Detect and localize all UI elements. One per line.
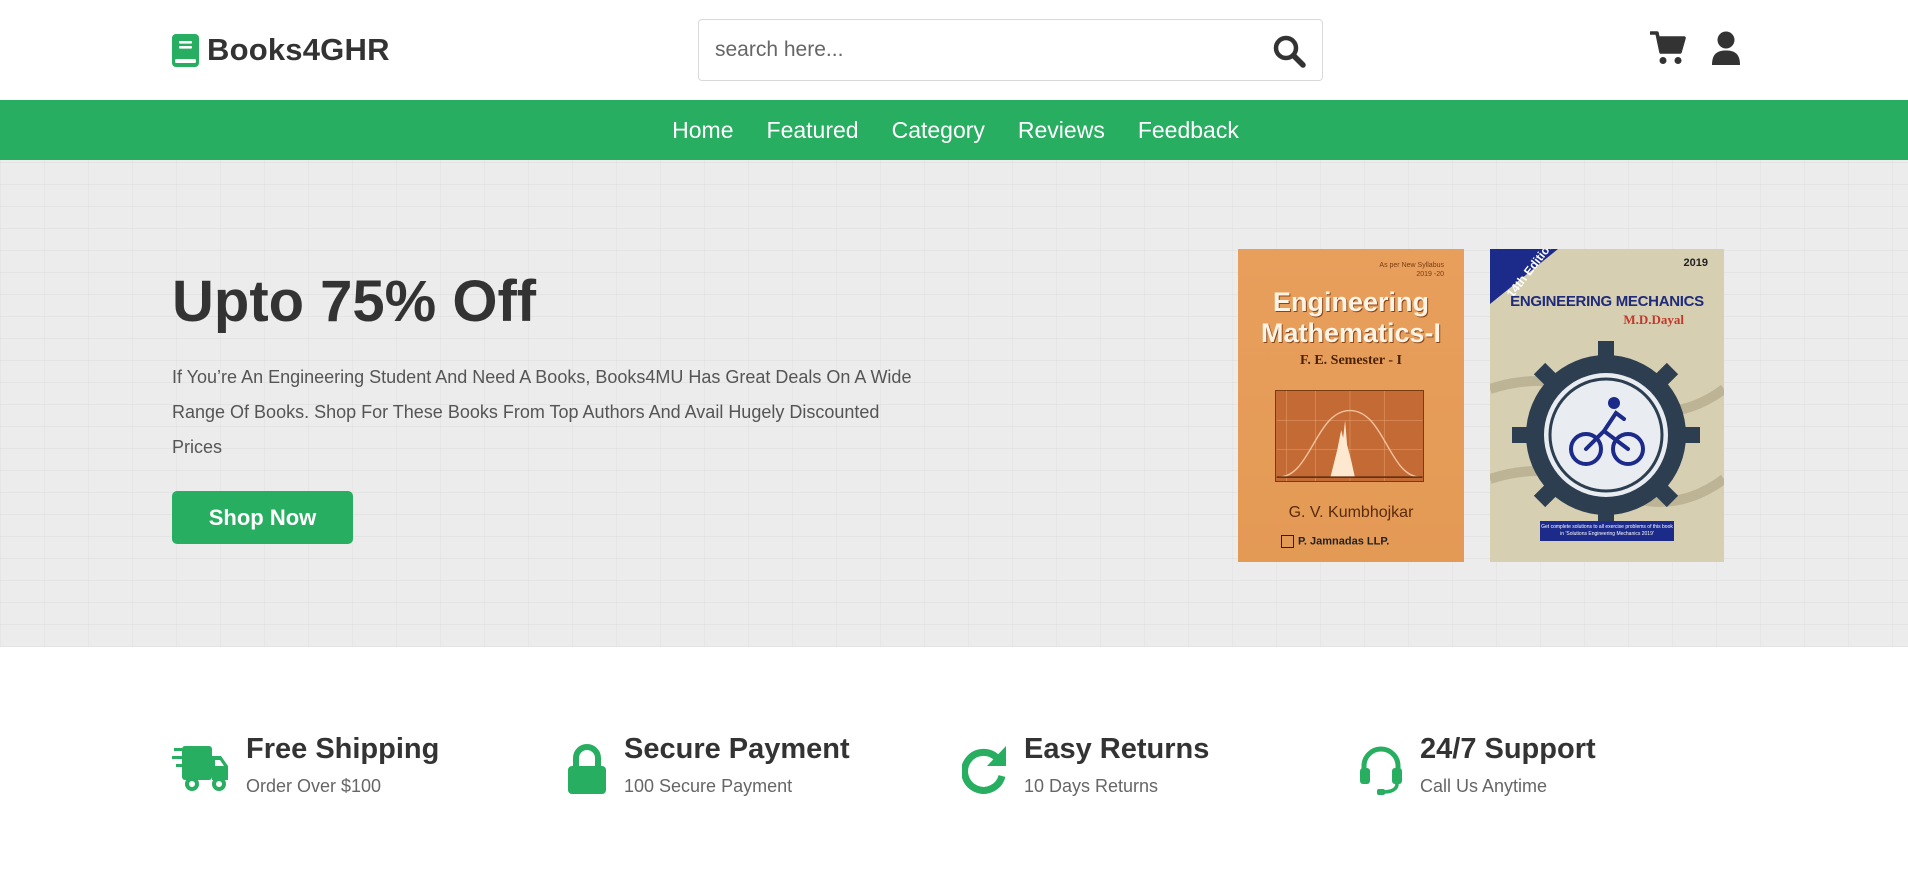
- logo[interactable]: Books4GHR: [172, 32, 390, 68]
- nav-category[interactable]: Category: [892, 117, 985, 144]
- feature-text: Easy Returns 10 Days Returns: [1024, 732, 1209, 797]
- hero-banner: Upto 75% Off If You’re An Engineering St…: [0, 160, 1908, 647]
- feature-text: 24/7 Support Call Us Anytime: [1420, 732, 1596, 797]
- feature-subtitle: 10 Days Returns: [1024, 776, 1159, 796]
- truck-icon: [172, 746, 228, 791]
- headset-icon: [1360, 746, 1402, 795]
- book-author: M.D.Dayal: [1623, 312, 1684, 327]
- feature-subtitle: Call Us Anytime: [1420, 776, 1548, 796]
- feature-text: Secure Payment 100 Secure Payment: [624, 732, 850, 797]
- book-year: 2019: [1683, 257, 1708, 269]
- book-icon: [172, 33, 199, 67]
- book-title: Engineering Mathematics-I: [1238, 287, 1464, 349]
- book-subtitle: F. E. Semester - I: [1300, 353, 1402, 368]
- feature-item: Free Shipping Order Over $100: [172, 732, 439, 797]
- search-bar: [698, 19, 1323, 81]
- brand-name: Books4GHR: [207, 32, 390, 67]
- book-cover-engineering-mechanics[interactable]: 2019 14th Edition ENGINEERING MECHANICS …: [1490, 249, 1724, 562]
- search-input[interactable]: [699, 20, 1239, 80]
- header: Books4GHR: [0, 0, 1908, 100]
- book-syllabus: As per New Syllabus 2019 -20: [1379, 261, 1444, 279]
- book-syllabus-line: As per New Syllabus: [1379, 262, 1444, 269]
- nav-home[interactable]: Home: [672, 117, 733, 144]
- book-note: Get complete solutions to all exercise p…: [1540, 521, 1674, 541]
- hero-title: Upto 75% Off: [172, 269, 537, 334]
- feature-text: Free Shipping Order Over $100: [246, 732, 439, 797]
- book-title-line: Engineering: [1272, 287, 1429, 317]
- user-icon[interactable]: [1708, 30, 1744, 66]
- features-section: Free Shipping Order Over $100 Secure Pay…: [0, 647, 1908, 876]
- book-author: G. V. Kumbhojkar: [1288, 504, 1414, 521]
- feature-title: Easy Returns: [1024, 733, 1210, 765]
- book-cover-engineering-mathematics[interactable]: As per New Syllabus 2019 -20 Engineering…: [1238, 249, 1464, 562]
- feature-item: Easy Returns 10 Days Returns: [962, 732, 1209, 797]
- distribution-plot-illustration: [1275, 390, 1424, 482]
- gear-cyclist-illustration: [1512, 341, 1700, 529]
- publisher-logo-icon: [1281, 535, 1294, 548]
- feature-title: Secure Payment: [624, 733, 850, 765]
- search-icon[interactable]: [1272, 34, 1306, 68]
- book-title: ENGINEERING MECHANICS: [1510, 293, 1704, 310]
- nav-featured[interactable]: Featured: [767, 117, 859, 144]
- header-actions: [1650, 30, 1744, 66]
- book-publisher: P. Jamnadas LLP.: [1281, 535, 1389, 548]
- redo-icon: [962, 746, 1006, 794]
- feature-subtitle: Order Over $100: [246, 776, 382, 796]
- feature-item: Secure Payment 100 Secure Payment: [566, 732, 850, 797]
- hero-description: If You’re An Engineering Student And Nee…: [172, 367, 912, 457]
- feature-item: 24/7 Support Call Us Anytime: [1358, 732, 1596, 797]
- shop-now-button[interactable]: Shop Now: [172, 491, 353, 544]
- cart-icon[interactable]: [1650, 30, 1686, 66]
- feature-title: 24/7 Support: [1420, 733, 1596, 765]
- book-syllabus-year: 2019 -20: [1416, 271, 1444, 278]
- nav-reviews[interactable]: Reviews: [1018, 117, 1105, 144]
- feature-title: Free Shipping: [246, 733, 440, 765]
- book-publisher-name: P. Jamnadas LLP.: [1298, 535, 1390, 548]
- nav-feedback[interactable]: Feedback: [1138, 117, 1239, 144]
- main-nav: Home Featured Category Reviews Feedback: [0, 100, 1908, 160]
- book-title-line: Mathematics-I: [1260, 318, 1442, 348]
- lock-icon: [568, 744, 606, 794]
- feature-subtitle: 100 Secure Payment: [624, 776, 793, 796]
